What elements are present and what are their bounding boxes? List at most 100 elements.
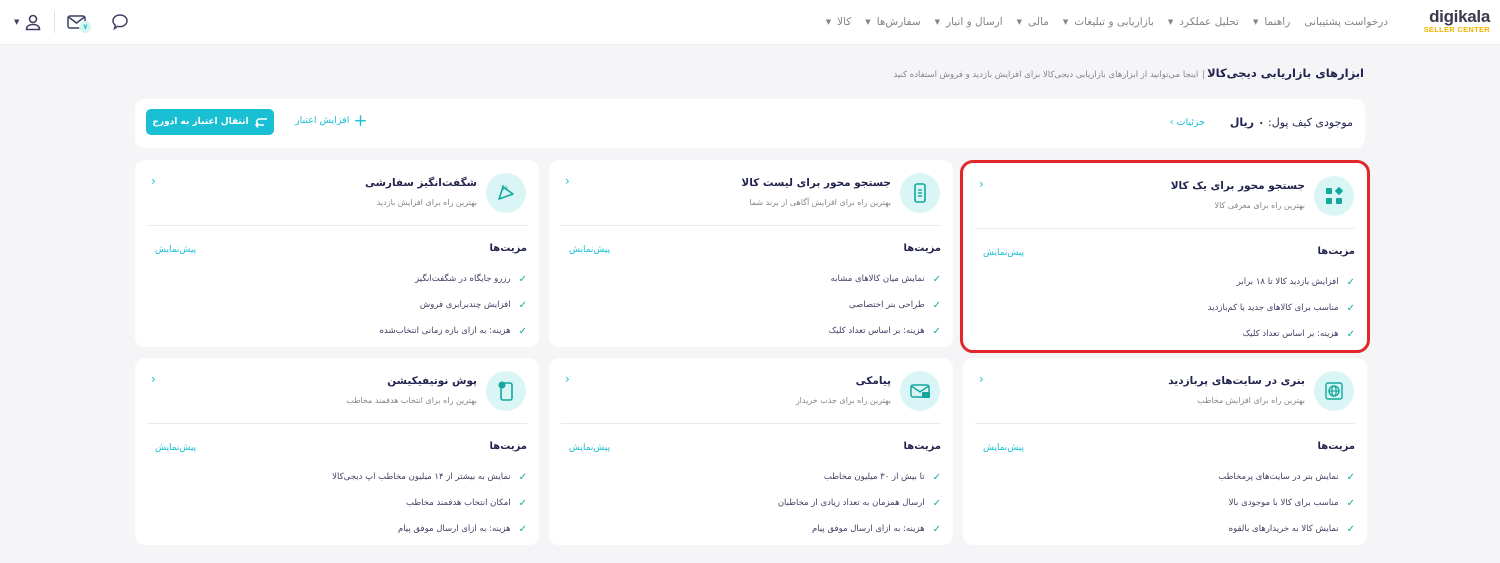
check-icon: ✓ (1346, 497, 1355, 509)
card-title: پیامکی (855, 375, 891, 387)
card-title: بنری در سایت‌های پربازدید (1168, 375, 1305, 387)
chevron-left-icon[interactable]: ‹ (979, 372, 984, 386)
globe-icon (1314, 371, 1354, 411)
features-heading: مزیت‌ها (489, 441, 527, 452)
check-icon: ✓ (1346, 471, 1355, 483)
card-custom-amazing-offer[interactable]: % شگفت‌انگیز سفارشی بهترین راه برای افزا… (135, 160, 539, 347)
feature-text: مناسب برای کالاهای جدید یا کم‌بازدید (1207, 303, 1339, 313)
wallet-details-link[interactable]: جزئیات › (1170, 117, 1205, 128)
main-nav: کالا ▼ سفارش‌ها ▼ ارسال و انبار ▼ مالی ▼ باز… (812, 0, 1388, 44)
user-menu-button[interactable]: ▼ (14, 13, 42, 31)
nav-label: تحلیل عملکرد (1179, 16, 1239, 28)
wallet-amount: ۰ ریال (1229, 116, 1265, 129)
card-product-list-search[interactable]: جستجو محور برای لیست کالا بهترین راه برا… (549, 160, 953, 347)
feature-text: نمایش بنر در سایت‌های پرمخاطب (1218, 472, 1339, 482)
list-item: ✓ هزینه: بر اساس تعداد کلیک (829, 318, 941, 344)
digikala-logo[interactable]: digikala SELLER CENTER (1418, 7, 1491, 35)
nav-item-help[interactable]: راهنما ▼ (1253, 16, 1290, 28)
logo-subtext: SELLER CENTER (1423, 25, 1490, 34)
card-single-product-search[interactable]: جستجو محور برای یک کالا بهترین راه برای … (960, 160, 1370, 353)
check-icon: ✓ (932, 299, 941, 311)
phone-list-icon (900, 173, 940, 213)
feature-text: تا بیش از ۳۰ میلیون مخاطب (823, 472, 925, 482)
features-list: ✓ نمایش به بیشتر از ۱۴ میلیون مخاطب اپ دی… (332, 464, 527, 542)
squares-icon (1314, 176, 1354, 216)
nav-item-orders[interactable]: سفارش‌ها ▼ (865, 16, 920, 28)
features-heading: مزیت‌ها (903, 243, 941, 254)
check-icon: ✓ (518, 299, 527, 311)
chat-button[interactable] (111, 13, 129, 31)
user-icon (26, 14, 41, 31)
logo-text: digikala (1429, 7, 1490, 26)
check-icon: ✓ (518, 523, 527, 535)
card-title: جستجو محور برای یک کالا (1170, 180, 1305, 192)
chevron-left-icon[interactable]: ‹ (565, 174, 570, 188)
card-subtitle: بهترین راه برای افزایش آگاهی از برند شما (749, 198, 891, 207)
nav-item-analytics[interactable]: تحلیل عملکرد ▼ (1168, 16, 1239, 28)
chevron-left-icon[interactable]: ‹ (565, 372, 570, 386)
features-heading: مزیت‌ها (489, 243, 527, 254)
feature-text: هزینه: به ازای ارسال موفق پیام (811, 524, 925, 534)
chevron-down-icon: ▼ (14, 18, 20, 26)
check-icon: ✓ (518, 497, 527, 509)
card-sms[interactable]: پیامکی بهترین راه برای جذب خریدار ‹ مزیت… (549, 358, 953, 545)
check-icon: ✓ (518, 325, 527, 337)
messages-button[interactable]: ۷ (67, 14, 92, 33)
list-item: ✓ نمایش میان کالاهای مشابه (829, 266, 941, 292)
feature-text: طراحی بنر اختصاصی (848, 300, 925, 310)
feature-text: هزینه: بر اساس تعداد کلیک (1242, 329, 1339, 339)
increase-credit-button[interactable]: + افزایش اعتبار (295, 112, 368, 129)
card-subtitle: بهترین راه برای افزایش مخاطب (1197, 396, 1305, 405)
preview-link[interactable]: پیش‌نمایش (155, 245, 196, 255)
preview-link[interactable]: پیش‌نمایش (569, 245, 610, 255)
divider (561, 225, 941, 226)
card-push-notification[interactable]: پوش نوتیفیکیشن بهترین راه برای انتخاب هد… (135, 358, 539, 545)
transfer-credit-label: انتقال اعتبار به ادورج (152, 117, 249, 127)
nav-label: سفارش‌ها (876, 16, 921, 28)
nav-item-shipping[interactable]: ارسال و انبار ▼ (935, 16, 1003, 28)
topbar-actions: ▼ ۷ (14, 10, 129, 34)
preview-link[interactable]: پیش‌نمایش (983, 248, 1024, 258)
phone-notification-icon (486, 371, 526, 411)
wallet-label: موجودی کیف پول: (1268, 116, 1353, 129)
feature-text: رزرو جایگاه در شگفت‌انگیز (415, 274, 511, 284)
feature-text: ارسال همزمان به تعداد زیادی از مخاطبان (777, 498, 925, 508)
feature-text: نمایش کالا به خریدارهای بالقوه (1228, 524, 1339, 534)
card-title: جستجو محور برای لیست کالا (741, 177, 891, 189)
preview-link[interactable]: پیش‌نمایش (569, 443, 610, 453)
list-item: ✓ افزایش بازدید کالا تا ۱۸ برابر (1208, 269, 1355, 295)
transfer-credit-button[interactable]: انتقال اعتبار به ادورج (146, 109, 274, 135)
card-high-traffic-banner[interactable]: بنری در سایت‌های پربازدید بهترین راه برا… (963, 358, 1367, 545)
chevron-left-icon[interactable]: ‹ (151, 174, 156, 188)
features-heading: مزیت‌ها (1317, 246, 1355, 257)
preview-link[interactable]: پیش‌نمایش (983, 443, 1024, 453)
preview-link[interactable]: پیش‌نمایش (155, 443, 196, 453)
feature-text: هزینه: بر اساس تعداد کلیک (828, 326, 925, 336)
card-title: پوش نوتیفیکیشن (387, 375, 477, 387)
check-icon: ✓ (932, 325, 941, 337)
chevron-left-icon[interactable]: ‹ (151, 372, 156, 386)
feature-text: افزایش چندبرابری فروش (419, 300, 511, 310)
nav-item-support[interactable]: درخواست پشتیبانی▼ (1304, 16, 1388, 28)
chevron-left-icon[interactable]: ‹ (979, 177, 984, 191)
divider (975, 423, 1355, 424)
chevron-down-icon: ▼ (1167, 18, 1174, 26)
features-list: ✓ افزایش بازدید کالا تا ۱۸ برابر ✓ مناسب ب… (1208, 269, 1355, 347)
check-icon: ✓ (932, 273, 941, 285)
features-list: ✓ رزرو جایگاه در شگفت‌انگیز ✓ افزایش چندبر… (380, 266, 527, 344)
nav-item-products[interactable]: کالا ▼ (826, 16, 852, 28)
nav-item-finance[interactable]: مالی ▼ (1017, 16, 1049, 28)
list-item: ✓ امکان انتخاب هدفمند مخاطب (332, 490, 527, 516)
nav-label: مالی (1028, 16, 1049, 28)
list-item: ✓ تا بیش از ۳۰ میلیون مخاطب (778, 464, 941, 490)
discount-tag-icon: % (486, 173, 526, 213)
feature-text: مناسب برای کالا با موجودی بالا (1228, 498, 1339, 508)
nav-item-marketing[interactable]: بازاریابی و تبلیغات ▼ (1063, 16, 1154, 28)
nav-label: ارسال و انبار (946, 16, 1003, 28)
list-item: ✓ ارسال همزمان به تعداد زیادی از مخاطبان (778, 490, 941, 516)
svg-text:%: % (501, 184, 508, 192)
check-icon: ✓ (1346, 523, 1355, 535)
card-title: شگفت‌انگیز سفارشی (364, 177, 477, 189)
list-item: ✓ مناسب برای کالاهای جدید یا کم‌بازدید (1208, 295, 1355, 321)
nav-label: راهنما (1264, 16, 1291, 28)
